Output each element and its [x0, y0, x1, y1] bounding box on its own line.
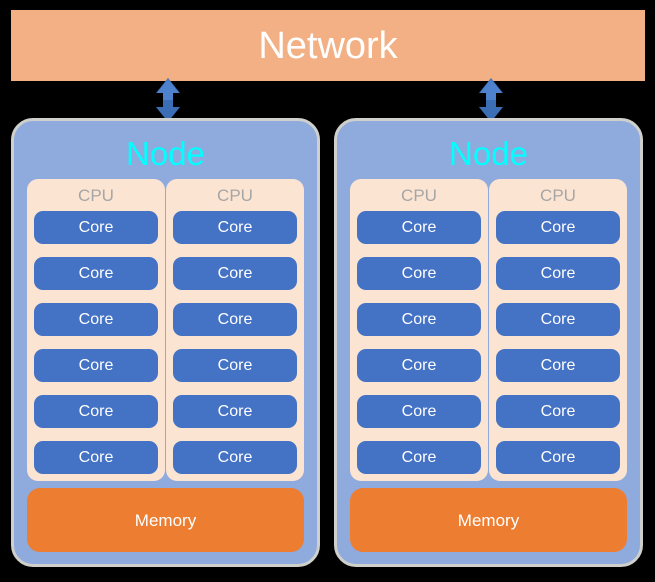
- node-block-2: Node CPU Core Core Core Core Core Core C…: [334, 118, 643, 567]
- core-list-2-1: Core Core Core Core Core Core: [357, 211, 481, 474]
- memory-block-1: Memory: [27, 488, 304, 552]
- network-to-node-1-connector-arrow: [155, 78, 181, 122]
- core-box: Core: [173, 441, 297, 474]
- core-box: Core: [173, 303, 297, 336]
- core-box: Core: [173, 257, 297, 290]
- core-box: Core: [34, 257, 158, 290]
- core-box: Core: [357, 395, 481, 428]
- core-list-2-2: Core Core Core Core Core Core: [496, 211, 620, 474]
- cpu-block-2-1: CPU Core Core Core Core Core Core: [350, 179, 488, 481]
- cpu-label-2-1: CPU: [401, 186, 437, 205]
- core-box: Core: [34, 211, 158, 244]
- cpu-label-1-2: CPU: [217, 186, 253, 205]
- memory-block-2: Memory: [350, 488, 627, 552]
- double-arrow-vertical-icon: [156, 78, 180, 122]
- core-box: Core: [357, 257, 481, 290]
- cpu-block-1-1: CPU Core Core Core Core Core Core: [27, 179, 165, 481]
- core-box: Core: [496, 303, 620, 336]
- node-block-1: Node CPU Core Core Core Core Core Core C…: [11, 118, 320, 567]
- core-box: Core: [496, 395, 620, 428]
- cpu-row-1: CPU Core Core Core Core Core Core CPU Co…: [27, 179, 304, 481]
- core-box: Core: [173, 211, 297, 244]
- double-arrow-vertical-icon: [479, 78, 503, 122]
- core-box: Core: [34, 441, 158, 474]
- cpu-block-2-2: CPU Core Core Core Core Core Core: [489, 179, 627, 481]
- core-box: Core: [357, 211, 481, 244]
- core-box: Core: [357, 441, 481, 474]
- core-box: Core: [496, 349, 620, 382]
- core-box: Core: [496, 441, 620, 474]
- core-list-1-1: Core Core Core Core Core Core: [34, 211, 158, 474]
- core-box: Core: [34, 303, 158, 336]
- core-box: Core: [173, 395, 297, 428]
- network-block: Network: [11, 10, 645, 81]
- core-box: Core: [173, 349, 297, 382]
- node-label-2: Node: [449, 135, 528, 172]
- core-box: Core: [34, 349, 158, 382]
- network-to-node-2-connector-arrow: [478, 78, 504, 122]
- cpu-label-1-1: CPU: [78, 186, 114, 205]
- core-box: Core: [496, 257, 620, 290]
- network-label: Network: [258, 24, 398, 67]
- core-box: Core: [496, 211, 620, 244]
- cpu-row-2: CPU Core Core Core Core Core Core CPU Co…: [350, 179, 627, 481]
- core-box: Core: [357, 349, 481, 382]
- core-box: Core: [34, 395, 158, 428]
- core-box: Core: [357, 303, 481, 336]
- diagram-canvas: Network Node CPU Core Core Core Core Cor…: [0, 0, 655, 582]
- cpu-block-1-2: CPU Core Core Core Core Core Core: [166, 179, 304, 481]
- cpu-label-2-2: CPU: [540, 186, 576, 205]
- node-label-1: Node: [126, 135, 205, 172]
- core-list-1-2: Core Core Core Core Core Core: [173, 211, 297, 474]
